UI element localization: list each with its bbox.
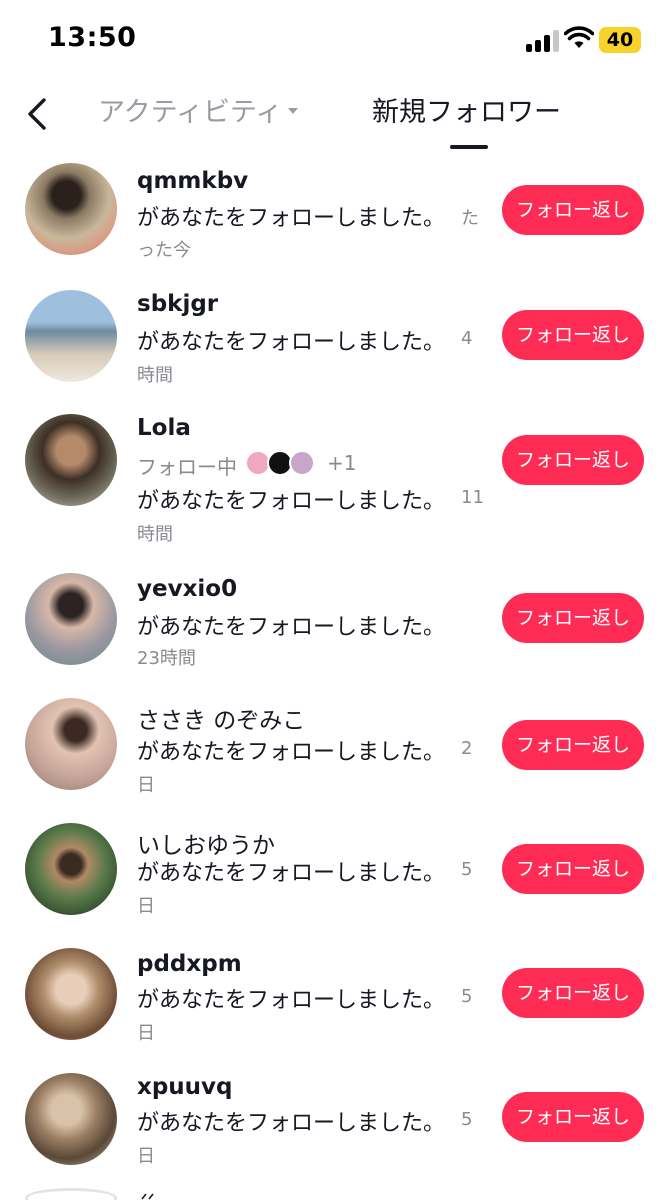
avatar[interactable] — [25, 414, 117, 506]
list-item[interactable]: xpuuvq があなたをフォローしました。 5 日 フォロー返し — [0, 1070, 670, 1190]
follow-message: があなたをフォローしました。 — [137, 988, 446, 1013]
timestamp-continued: 時間 — [137, 524, 173, 545]
list-item[interactable]: sbkjgr があなたをフォローしました。 4 時間 フォロー返し — [0, 285, 670, 405]
follow-back-button[interactable]: フォロー返し — [502, 185, 644, 235]
avatar[interactable] — [25, 948, 117, 1040]
timestamp-continued: 日 — [137, 896, 155, 917]
cellular-signal-icon — [526, 30, 560, 52]
back-chevron-icon[interactable] — [18, 94, 58, 134]
list-item[interactable]: yevxio0 があなたをフォローしました。 23時間 フォロー返し — [0, 570, 670, 690]
header: アクティビティ 新規フォロワー — [0, 80, 670, 156]
follow-back-button[interactable]: フォロー返し — [502, 593, 644, 643]
follow-back-button[interactable]: フォロー返し — [502, 435, 644, 485]
follow-message: があなたをフォローしました。 — [137, 206, 446, 231]
timestamp: 5 — [461, 986, 473, 1007]
mini-avatar — [289, 450, 315, 476]
mutual-followers-avatars[interactable] — [245, 450, 325, 476]
follow-message: があなたをフォローしました。 — [137, 1111, 446, 1136]
avatar[interactable] — [25, 823, 117, 915]
mutual-more-count: +1 — [327, 451, 357, 475]
follow-back-button[interactable]: フォロー返し — [502, 310, 644, 360]
username[interactable]: Lola — [137, 415, 191, 441]
battery-indicator: 40 — [599, 27, 641, 53]
follow-message: があなたをフォローしました。 — [137, 330, 446, 355]
timestamp-continued: 日 — [137, 1023, 155, 1044]
status-time: 13:50 — [48, 22, 137, 53]
username[interactable]: xpuuvq — [137, 1074, 233, 1100]
username-partial — [141, 1193, 154, 1200]
timestamp: 2 — [461, 738, 473, 759]
follow-back-button[interactable]: フォロー返し — [502, 968, 644, 1018]
list-item[interactable]: pddxpm があなたをフォローしました。 5 日 フォロー返し — [0, 945, 670, 1065]
status-bar: 13:50 40 — [0, 0, 670, 80]
username[interactable]: yevxio0 — [137, 576, 237, 602]
following-label: フォロー中 — [137, 455, 237, 479]
avatar[interactable] — [25, 290, 117, 382]
tab-activity-label: アクティビティ — [98, 97, 283, 128]
follow-message: があなたをフォローしました。 — [137, 861, 446, 886]
follow-message: があなたをフォローしました。 — [137, 489, 446, 514]
username[interactable]: sbkjgr — [137, 291, 218, 317]
list-item[interactable]: いしおゆうか があなたをフォローしました。 5 日 フォロー返し — [0, 820, 670, 940]
username[interactable]: ささき のぞみこ — [137, 701, 305, 735]
timestamp-continued: 日 — [137, 1146, 155, 1167]
avatar[interactable] — [25, 573, 117, 665]
follow-message: があなたをフォローしました。 — [137, 740, 446, 765]
avatar[interactable] — [25, 163, 117, 255]
timestamp: 11 — [461, 487, 484, 508]
timestamp-continued: った今 — [137, 240, 191, 261]
timestamp-continued: 時間 — [137, 365, 173, 386]
wifi-icon — [564, 26, 594, 48]
timestamp: た — [461, 208, 479, 229]
follow-back-button[interactable]: フォロー返し — [502, 720, 644, 770]
timestamp: 5 — [461, 859, 473, 880]
avatar[interactable] — [25, 698, 117, 790]
timestamp-continued: 日 — [137, 775, 155, 796]
tab-new-followers[interactable]: 新規フォロワー — [372, 96, 561, 130]
tab-activity[interactable]: アクティビティ — [98, 96, 299, 130]
follow-message: があなたをフォローしました。 — [137, 615, 446, 640]
username[interactable]: pddxpm — [137, 951, 242, 977]
avatar[interactable] — [25, 1073, 117, 1165]
list-item[interactable]: Lola フォロー中 +1 があなたをフォローしました。 11 時間 フォロー返… — [0, 410, 670, 560]
timestamp: 23時間 — [137, 648, 196, 669]
list-item[interactable]: ささき のぞみこ があなたをフォローしました。 2 日 フォロー返し — [0, 695, 670, 815]
follow-back-button[interactable]: フォロー返し — [502, 844, 644, 894]
list-item[interactable]: qmmkbv があなたをフォローしました。 た った今 フォロー返し — [0, 160, 670, 280]
caret-down-icon — [288, 107, 299, 114]
username[interactable]: qmmkbv — [137, 168, 248, 194]
active-tab-indicator — [450, 145, 488, 149]
timestamp: 5 — [461, 1109, 473, 1130]
timestamp: 4 — [461, 328, 473, 349]
follow-back-button[interactable]: フォロー返し — [502, 1092, 644, 1142]
